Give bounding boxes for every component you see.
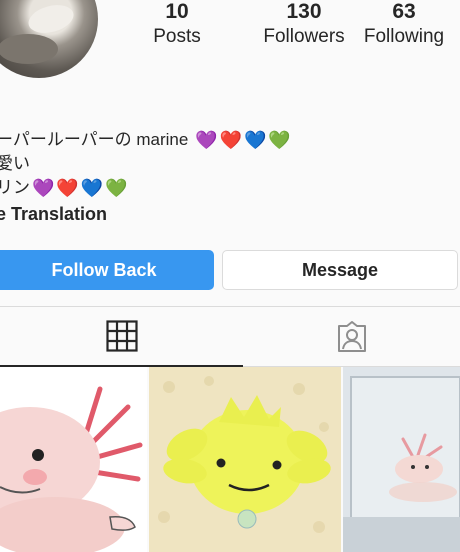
profile-bio: ーパールーパーの marine 💜 ❤️ 💙 💚 愛い リン 💜 ❤️ 💙 💚 e Trans… <box>0 128 460 226</box>
tab-tagged[interactable] <box>243 307 460 367</box>
purple-heart-icon: 💜 <box>32 178 55 198</box>
profile-stats: 10 Posts 130 Followers 63 Following <box>140 0 460 52</box>
posts-label: Posts <box>153 26 201 47</box>
green-heart-icon: 💚 <box>268 130 291 150</box>
tagged-person-icon <box>337 320 366 352</box>
post-thumbnail[interactable] <box>343 367 460 552</box>
tab-grid[interactable] <box>0 307 243 367</box>
stat-posts[interactable]: 10 Posts <box>146 0 208 50</box>
message-button[interactable]: Message <box>222 250 458 290</box>
profile-tabs <box>0 306 460 367</box>
axolotl-photo-image <box>343 367 460 552</box>
bio-line-3: リン 💜 ❤️ 💙 💚 <box>0 176 460 200</box>
blue-heart-icon: 💙 <box>80 178 104 198</box>
bio-line-2: 愛い <box>0 154 30 173</box>
following-label: Following <box>363 26 445 47</box>
grid-icon <box>105 320 138 352</box>
followers-label: Followers <box>263 26 345 47</box>
followers-count: 130 <box>286 0 322 23</box>
following-count: 63 <box>392 0 416 23</box>
bio-text: リン <box>0 178 30 197</box>
see-translation-link[interactable]: e Translation <box>0 202 460 226</box>
red-heart-icon: ❤️ <box>219 130 242 150</box>
bio-line-1: ーパールーパーの marine 💜 ❤️ 💙 💚 <box>0 128 460 152</box>
purple-heart-icon: 💜 <box>195 130 218 150</box>
follow-back-button[interactable]: Follow Back <box>0 250 214 290</box>
stat-following[interactable]: 63 Following <box>358 0 450 50</box>
blue-heart-icon: 💙 <box>243 130 267 150</box>
posts-grid <box>0 367 460 552</box>
post-thumbnail[interactable] <box>149 367 341 552</box>
post-thumbnail[interactable] <box>0 367 147 552</box>
avatar-shape <box>0 34 58 64</box>
avatar-shape <box>25 0 77 38</box>
green-heart-icon: 💚 <box>105 178 128 198</box>
red-heart-icon: ❤️ <box>56 178 79 198</box>
posts-count: 10 <box>165 0 189 23</box>
bio-text: ーパールーパーの marine <box>0 130 189 149</box>
yellow-axolotl-figure-image <box>149 367 341 552</box>
stat-followers[interactable]: 130 Followers <box>244 0 364 50</box>
axolotl-drawing-image <box>0 367 147 552</box>
profile-avatar[interactable] <box>0 0 98 78</box>
